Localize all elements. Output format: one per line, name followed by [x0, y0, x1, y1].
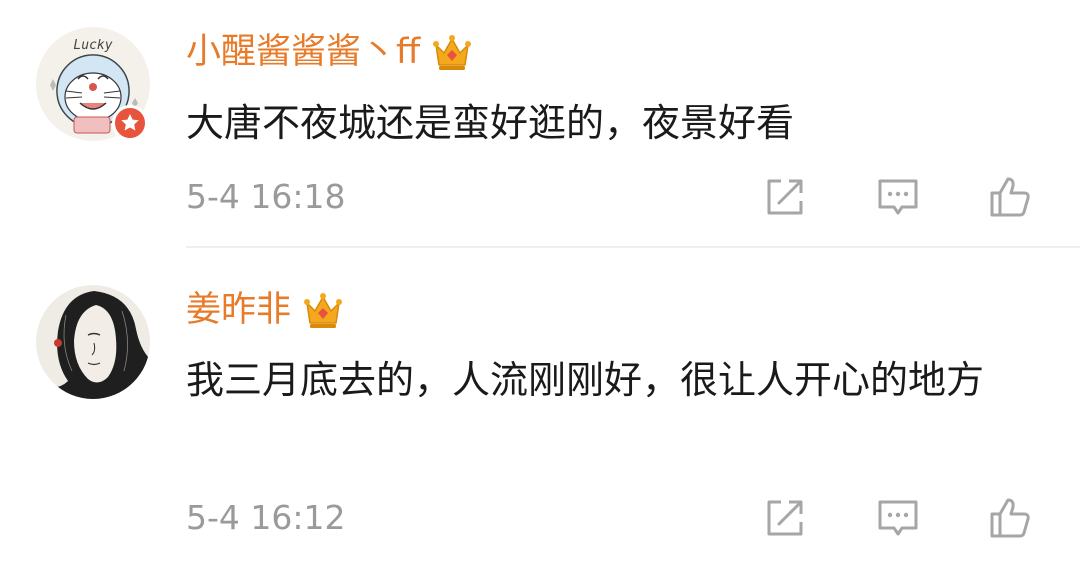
comment-text: 我三月底去的，人流刚刚好，很让人开心的地方: [186, 358, 985, 402]
comment-list: Lucky 小醒酱酱酱丶ff 大唐不夜城还是蛮好逛的，夜景好看 5-4 16:1…: [0, 0, 1080, 575]
username[interactable]: 小醒酱酱酱丶ff: [186, 28, 420, 76]
reply-button[interactable]: [874, 173, 922, 221]
like-button[interactable]: [986, 173, 1034, 221]
username[interactable]: 姜昨非: [186, 286, 291, 334]
username-row: 小醒酱酱酱丶ff: [186, 28, 472, 76]
reply-icon: [878, 179, 918, 215]
share-icon: [767, 179, 803, 215]
comment-text: 大唐不夜城还是蛮好逛的，夜景好看: [186, 101, 795, 145]
comment-item: 姜昨非 我三月底去的，人流刚刚好，很让人开心的地方 5-4 16:12: [0, 249, 1080, 575]
like-icon: [990, 498, 1030, 538]
verified-badge: [112, 105, 148, 141]
user-avatar[interactable]: [36, 285, 150, 399]
comment-timestamp: 5-4 16:18: [186, 177, 346, 216]
comment-item: Lucky 小醒酱酱酱丶ff 大唐不夜城还是蛮好逛的，夜景好看 5-4 16:1…: [0, 0, 1080, 248]
username-row: 姜昨非: [186, 286, 343, 334]
reply-icon: [878, 500, 918, 536]
avatar-lucky-text: Lucky: [73, 38, 112, 53]
share-icon: [767, 500, 803, 536]
share-button[interactable]: [761, 173, 809, 221]
ink-portrait-avatar: [36, 285, 150, 399]
like-button[interactable]: [986, 494, 1034, 542]
share-button[interactable]: [761, 494, 809, 542]
like-icon: [990, 177, 1030, 217]
star-badge-icon: [121, 114, 139, 131]
divider: [186, 246, 1080, 248]
reply-button[interactable]: [874, 494, 922, 542]
crown-icon[interactable]: [303, 291, 343, 329]
comment-timestamp: 5-4 16:12: [186, 498, 346, 537]
crown-icon[interactable]: [432, 33, 472, 71]
